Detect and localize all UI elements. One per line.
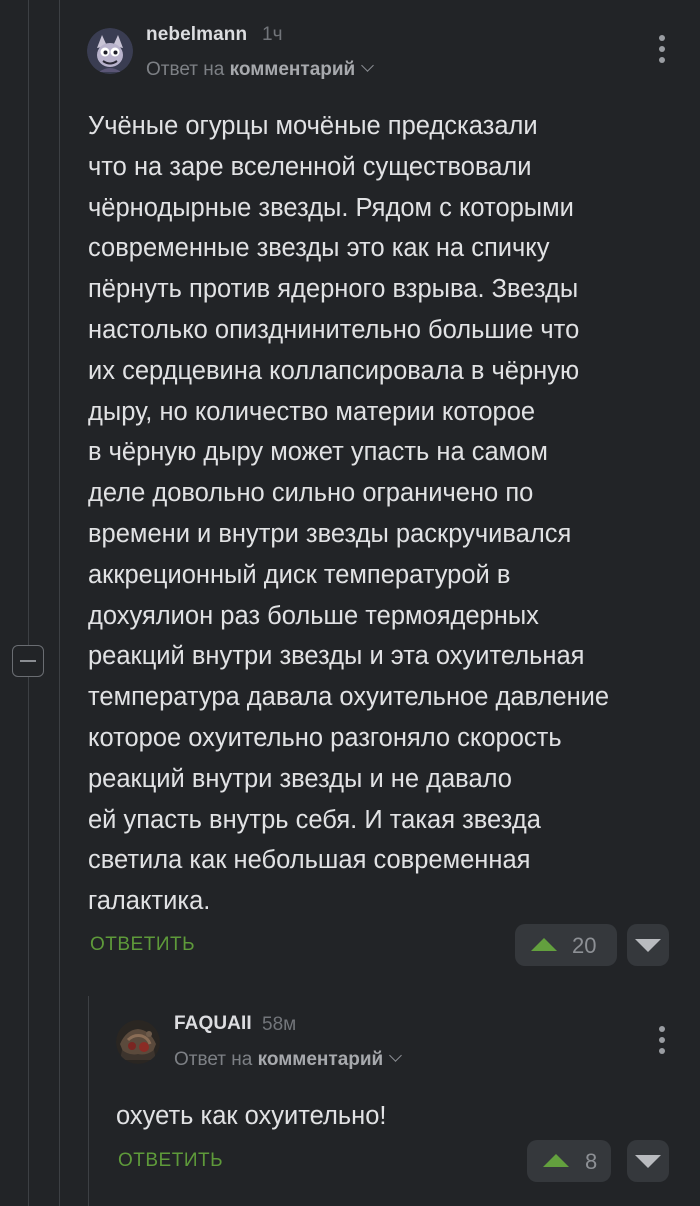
username[interactable]: nebelmann [146, 24, 247, 46]
reply-to-target: комментарий [257, 1049, 384, 1070]
timestamp: 1ч [262, 24, 283, 45]
thread-line [88, 996, 89, 1206]
rating-count: 20 [572, 933, 597, 958]
comments-thread: nebelmann 1ч Ответ на комментарий Учёные… [0, 0, 700, 1206]
comment-text: Учёные огурцы мочёные предсказали что на… [88, 112, 610, 916]
rating-box: 8 [527, 1140, 611, 1182]
reply-button[interactable]: ОТВЕТИТЬ [118, 1150, 223, 1172]
reply-to-target: комментарий [229, 59, 356, 80]
reply-button[interactable]: ОТВЕТИТЬ [90, 934, 195, 956]
collapse-minus-icon[interactable] [12, 645, 44, 677]
chevron-down-icon [361, 59, 375, 72]
reply-to-link[interactable]: Ответ на комментарий [174, 1049, 403, 1071]
downvote-button[interactable] [627, 1140, 669, 1182]
username[interactable]: FAQUAII [174, 1013, 252, 1035]
avatar[interactable] [116, 1020, 160, 1064]
more-vertical-icon[interactable] [652, 33, 672, 67]
reply-to-prefix: Ответ на [174, 1049, 253, 1070]
reply-to-prefix: Ответ на [146, 59, 225, 80]
comment-text: охуеть как охуительно! [116, 1102, 387, 1130]
downvote-arrow-icon [635, 939, 661, 952]
timestamp: 58м [262, 1014, 297, 1035]
upvote-arrow-icon[interactable] [531, 938, 557, 951]
rating-count: 8 [585, 1149, 598, 1174]
upvote-arrow-icon[interactable] [543, 1154, 569, 1167]
rating-box: 20 [515, 924, 617, 966]
thread-line [28, 0, 29, 1206]
chevron-down-icon [389, 1049, 403, 1062]
downvote-arrow-icon [635, 1155, 661, 1168]
downvote-button[interactable] [627, 924, 669, 966]
more-vertical-icon[interactable] [652, 1024, 672, 1058]
reply-to-link[interactable]: Ответ на комментарий [146, 59, 375, 81]
avatar[interactable] [87, 28, 133, 74]
thread-line [59, 0, 60, 1206]
